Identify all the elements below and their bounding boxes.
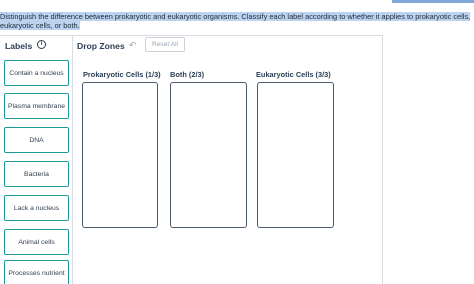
zone-label-eukaryotic: Eukaryotic Cells (3/3) [256,70,331,79]
label-card[interactable]: Bacteria [4,161,69,187]
drop-zones-title: Drop Zones [77,41,125,51]
instructions-text: Distinguish the difference between proka… [0,12,474,31]
undo-icon[interactable]: ↶ [129,40,137,51]
reset-all-button[interactable]: Reset All [145,37,185,52]
info-circle-icon[interactable]: i [37,40,46,49]
label-card[interactable]: Processes nutrient [4,260,69,284]
top-accent-bar [392,0,474,3]
drop-zone-prokaryotic[interactable] [82,82,158,228]
label-card[interactable]: Contain a nucleus [4,60,69,86]
drop-zone-both[interactable] [170,82,247,228]
zone-label-both: Both (2/3) [170,70,205,79]
label-card[interactable]: Lack a nucleus [4,195,69,221]
top-bar [0,0,474,3]
labels-title: Labels [5,41,33,51]
label-card[interactable]: Plasma membrane [4,93,69,119]
zone-label-prokaryotic: Prokaryotic Cells (1/3) [83,70,161,79]
drop-zone-eukaryotic[interactable] [257,82,334,228]
label-card[interactable]: DNA [4,127,69,153]
instructions-highlighted: Distinguish the difference between proka… [0,12,471,31]
label-card[interactable]: Animal cells [4,229,69,255]
